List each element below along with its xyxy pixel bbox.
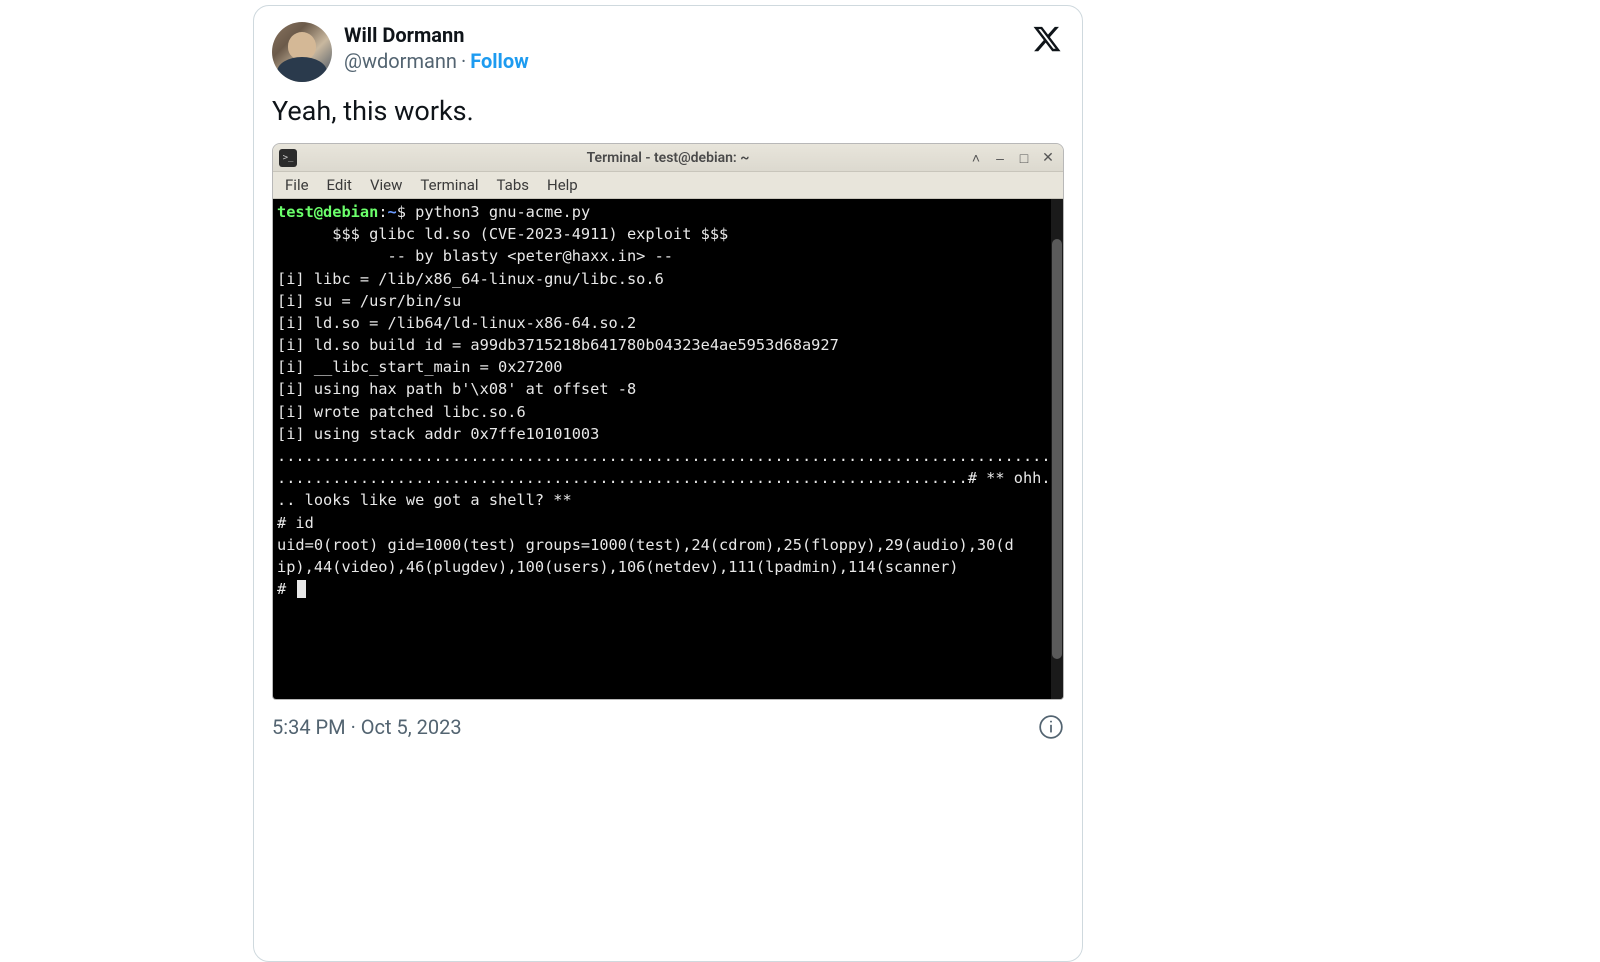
menubar: File Edit View Terminal Tabs Help	[273, 172, 1063, 199]
terminal-line: [i] ld.so build id = a99db3715218b641780…	[277, 334, 1059, 356]
scrollbar[interactable]	[1051, 199, 1063, 699]
terminal-line: uid=0(root) gid=1000(test) groups=1000(t…	[277, 534, 1059, 556]
terminal-line: [i] wrote patched libc.so.6	[277, 401, 1059, 423]
terminal-body[interactable]: test@debian:~$ python3 gnu-acme.py $$$ g…	[273, 199, 1063, 699]
menu-file[interactable]: File	[285, 176, 309, 194]
terminal-line: [i] ld.so = /lib64/ld-linux-x86-64.so.2	[277, 312, 1059, 334]
root-prompt: #	[277, 580, 295, 598]
prompt-command: python3 gnu-acme.py	[415, 203, 590, 221]
terminal-titlebar[interactable]: >_ Terminal - test@debian: ~ ˄ – □ ✕	[273, 144, 1063, 172]
tweet-card: Will Dormann @wdormann·Follow Yeah, this…	[253, 5, 1083, 962]
cursor-icon	[297, 580, 306, 598]
terminal-line: # id	[277, 512, 1059, 534]
prompt-path: ~	[388, 203, 397, 221]
terminal-line: -- by blasty <peter@haxx.in> --	[277, 245, 1059, 267]
menu-edit[interactable]: Edit	[327, 176, 352, 194]
terminal-line: [i] __libc_start_main = 0x27200	[277, 356, 1059, 378]
prompt-userhost: test@debian	[277, 203, 378, 221]
close-icon[interactable]: ✕	[1039, 149, 1057, 166]
avatar[interactable]	[272, 22, 332, 82]
collapse-icon[interactable]: ˄	[967, 150, 985, 166]
terminal-line: .. looks like we got a shell? **	[277, 489, 1059, 511]
terminal-line: [i] using stack addr 0x7ffe10101003	[277, 423, 1059, 445]
terminal-app-icon: >_	[279, 149, 297, 167]
terminal-line: ........................................…	[277, 467, 1059, 489]
terminal-line: ip),44(video),46(plugdev),100(users),106…	[277, 556, 1059, 578]
minimize-icon[interactable]: –	[991, 150, 1009, 166]
tweet-text: Yeah, this works.	[272, 94, 1064, 129]
window-controls: ˄ – □ ✕	[967, 149, 1057, 166]
prompt-colon: :	[378, 203, 387, 221]
prompt-symbol: $	[397, 203, 415, 221]
window-title: Terminal - test@debian: ~	[273, 150, 1063, 166]
scrollbar-thumb[interactable]	[1052, 239, 1062, 659]
terminal-window: >_ Terminal - test@debian: ~ ˄ – □ ✕ Fil…	[272, 143, 1064, 700]
terminal-line: [i] su = /usr/bin/su	[277, 290, 1059, 312]
maximize-icon[interactable]: □	[1015, 150, 1033, 166]
tweet-header: Will Dormann @wdormann·Follow	[272, 22, 1064, 82]
terminal-line: $$$ glibc ld.so (CVE-2023-4911) exploit …	[277, 223, 1059, 245]
menu-help[interactable]: Help	[547, 176, 578, 194]
terminal-line: [i] libc = /lib/x86_64-linux-gnu/libc.so…	[277, 268, 1059, 290]
display-name[interactable]: Will Dormann	[344, 22, 1064, 48]
follow-link[interactable]: Follow	[470, 49, 529, 73]
terminal-line: #	[277, 578, 1059, 600]
menu-view[interactable]: View	[370, 176, 402, 194]
x-logo-icon[interactable]	[1032, 24, 1062, 54]
terminal-line: [i] using hax path b'\x08' at offset -8	[277, 378, 1059, 400]
timestamp[interactable]: 5:34 PM · Oct 5, 2023	[272, 715, 462, 739]
tweet-footer: 5:34 PM · Oct 5, 2023	[272, 714, 1064, 740]
handle-line: @wdormann·Follow	[344, 48, 1064, 74]
separator: ·	[461, 49, 466, 73]
info-icon[interactable]	[1038, 714, 1064, 740]
menu-terminal[interactable]: Terminal	[420, 176, 478, 194]
user-handle[interactable]: @wdormann	[344, 49, 457, 73]
menu-tabs[interactable]: Tabs	[497, 176, 529, 194]
user-info: Will Dormann @wdormann·Follow	[344, 22, 1064, 74]
prompt-line: test@debian:~$ python3 gnu-acme.py	[277, 201, 1059, 223]
terminal-line: ........................................…	[277, 445, 1059, 467]
